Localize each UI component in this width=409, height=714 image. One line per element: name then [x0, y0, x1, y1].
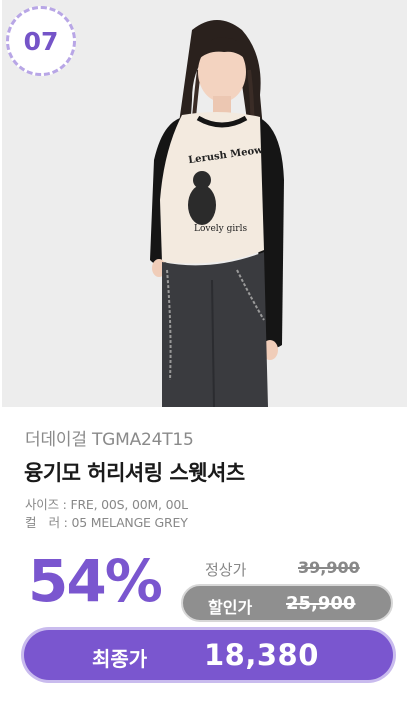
- final-price: 18,380: [204, 638, 319, 672]
- rank-number: 07: [23, 26, 59, 56]
- rank-badge: 07: [6, 6, 76, 76]
- size-info: 사이즈 : FRE, 00S, 00M, 00L: [25, 497, 188, 512]
- sale-price-pill: 할인가 25,900: [181, 584, 393, 622]
- product-card[interactable]: Lerush Meow Lovely girls 07 더데이걸 TGMA24T…: [0, 0, 409, 714]
- discount-rate: 54%: [28, 547, 163, 615]
- sale-price-label: 할인가: [208, 598, 253, 617]
- regular-price-label: 정상가: [205, 561, 247, 579]
- product-info: 더데이걸 TGMA24T15 융기모 허리셔링 스웻셔츠 사이즈 : FRE, …: [0, 407, 409, 714]
- final-price-button[interactable]: 최종가 18,380: [24, 630, 393, 680]
- regular-price: 39,900: [298, 558, 360, 577]
- color-info: 컬 러 : 05 MELANGE GREY: [25, 515, 188, 530]
- shirt-print-bottom: Lovely girls: [194, 224, 248, 234]
- brand-code: 더데이걸 TGMA24T15: [25, 430, 194, 450]
- final-price-label: 최종가: [92, 647, 148, 671]
- product-name[interactable]: 융기모 허리셔링 스웻셔츠: [24, 457, 245, 487]
- sale-price: 25,900: [286, 593, 356, 614]
